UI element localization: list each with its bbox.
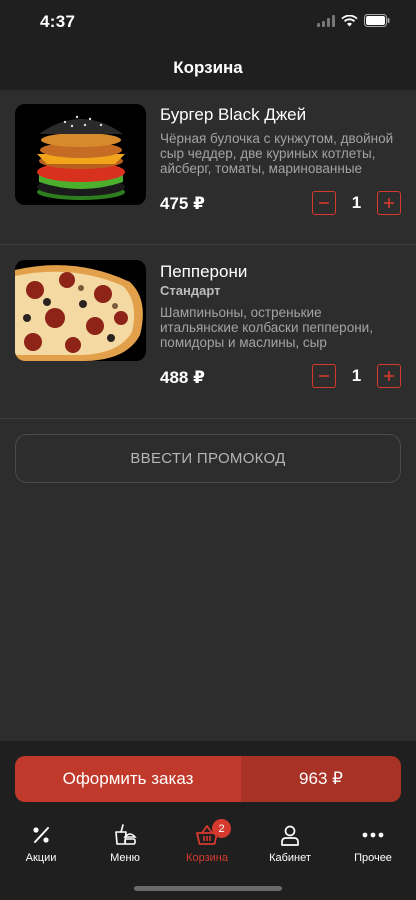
plus-icon — [384, 198, 394, 208]
promo-code-button[interactable]: ВВЕСТИ ПРОМОКОД — [15, 434, 401, 483]
page-title: Корзина — [173, 58, 243, 77]
status-bar: 4:37 — [0, 0, 416, 44]
user-icon — [281, 825, 299, 846]
checkout-button[interactable]: Оформить заказ 963 ₽ — [15, 756, 401, 802]
percent-icon — [33, 827, 49, 843]
item-name: Пепперони — [160, 262, 248, 281]
status-time: 4:37 — [40, 12, 76, 31]
wifi-icon — [341, 14, 358, 26]
cart-item[interactable]: Пепперони Стандарт Шампиньоны, остреньки… — [0, 245, 416, 419]
tab-label: Меню — [110, 852, 140, 864]
tab-label: Прочее — [354, 852, 392, 864]
tab-account[interactable]: Кабинет — [250, 823, 330, 873]
item-name: Бургер Black Джей — [160, 105, 307, 124]
item-variant: Стандарт — [160, 283, 221, 298]
increase-button[interactable] — [377, 191, 401, 215]
quantity-value: 1 — [351, 193, 362, 212]
tab-label: Акции — [25, 852, 57, 864]
quantity-value: 1 — [351, 366, 362, 385]
checkout-total: 963 ₽ — [241, 756, 401, 802]
quantity-stepper: 1 — [312, 191, 401, 215]
item-description: Шампиньоны, остренькие итальянские колба… — [160, 305, 373, 350]
decrease-button[interactable] — [312, 364, 336, 388]
home-indicator — [134, 886, 282, 891]
burger-image — [15, 104, 146, 205]
tab-label: Кабинет — [269, 852, 311, 864]
plus-icon — [384, 371, 394, 381]
minus-icon — [319, 202, 329, 204]
tab-cart[interactable]: 2 Корзина — [167, 819, 247, 873]
header: Корзина — [0, 44, 416, 90]
increase-button[interactable] — [377, 364, 401, 388]
cart-item[interactable]: Бургер Black Джей Чёрная булочка с кунжу… — [0, 90, 416, 245]
tab-more[interactable]: Прочее — [333, 823, 413, 873]
item-price: 475 ₽ — [160, 194, 205, 213]
bottom-panel: Оформить заказ 963 ₽ Акции Меню 2 Корзин… — [0, 741, 416, 900]
item-price: 488 ₽ — [160, 368, 205, 387]
status-icons — [317, 14, 390, 27]
food-menu-icon — [115, 824, 137, 845]
battery-icon — [364, 14, 390, 27]
pizza-image — [15, 260, 146, 361]
minus-icon — [319, 375, 329, 377]
cart-badge: 2 — [212, 819, 231, 838]
more-icon — [362, 832, 384, 838]
checkout-label: Оформить заказ — [15, 756, 241, 802]
tab-menu[interactable]: Меню — [85, 823, 165, 873]
tab-promotions[interactable]: Акции — [1, 823, 81, 873]
quantity-stepper: 1 — [312, 364, 401, 388]
item-description: Чёрная булочка с кунжутом, двойной сыр ч… — [160, 131, 394, 176]
signal-icon — [317, 14, 335, 27]
tab-label: Корзина — [186, 852, 228, 864]
decrease-button[interactable] — [312, 191, 336, 215]
tab-bar: Акции Меню 2 Корзина Кабинет Прочее — [0, 819, 416, 873]
